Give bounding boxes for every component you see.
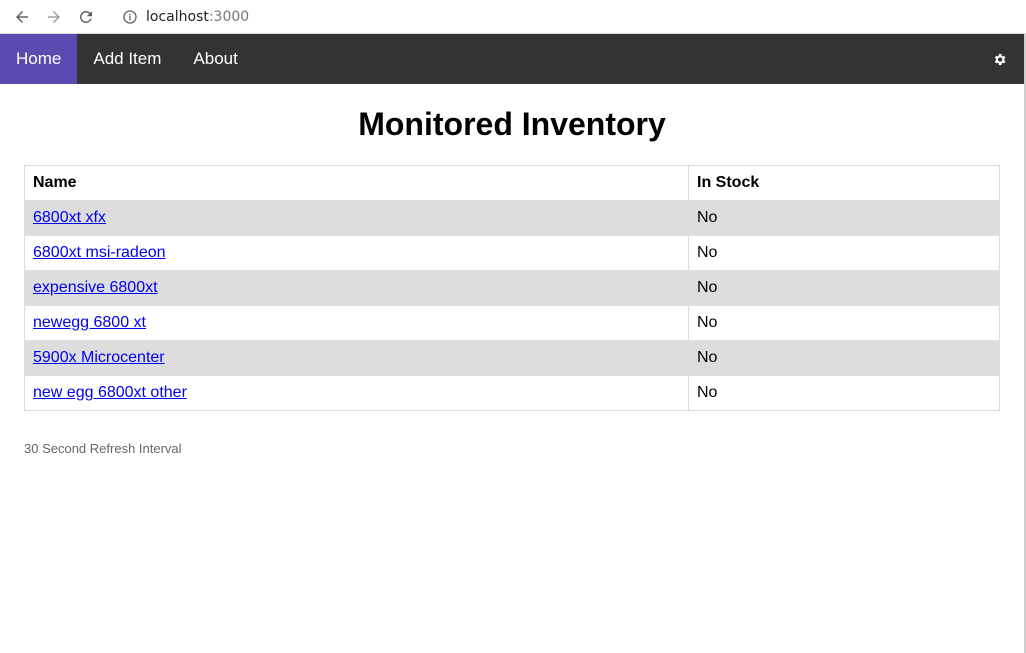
in-stock-cell: No <box>688 270 1000 306</box>
in-stock-cell: No <box>688 340 1000 376</box>
name-cell: 6800xt xfx <box>24 200 689 236</box>
item-link[interactable]: 5900x Microcenter <box>33 349 165 366</box>
in-stock-cell: No <box>688 305 1000 341</box>
table-row: 6800xt xfx No <box>24 200 1000 236</box>
address-bar[interactable]: localhost:3000 <box>112 2 1026 31</box>
back-button[interactable] <box>10 5 34 29</box>
reload-icon <box>79 10 92 23</box>
refresh-interval-note: 30 Second Refresh Interval <box>24 441 182 456</box>
table-row: newegg 6800 xt No <box>24 305 1000 341</box>
name-cell: 5900x Microcenter <box>24 340 689 376</box>
item-link[interactable]: expensive 6800xt <box>33 279 158 296</box>
table-row: expensive 6800xt No <box>24 270 1000 306</box>
settings-button[interactable] <box>974 34 1024 84</box>
nav-add-item[interactable]: Add Item <box>77 34 177 84</box>
table-row: 5900x Microcenter No <box>24 340 1000 376</box>
inventory-table: Name In Stock 6800xt xfx No 6800xt msi-r… <box>24 165 1000 411</box>
page-title: Monitored Inventory <box>358 106 666 142</box>
reload-button[interactable] <box>74 5 98 29</box>
browser-toolbar: localhost:3000 <box>0 0 1026 34</box>
name-cell: 6800xt msi-radeon <box>24 235 689 271</box>
name-cell: newegg 6800 xt <box>24 305 689 341</box>
url-host: localhost <box>146 8 209 25</box>
item-link[interactable]: 6800xt msi-radeon <box>33 244 166 261</box>
arrow-left-icon <box>16 10 28 23</box>
arrow-right-icon <box>48 10 60 23</box>
in-stock-cell: No <box>688 200 1000 236</box>
nav-home[interactable]: Home <box>0 34 78 84</box>
url-port: :3000 <box>208 8 250 25</box>
forward-button[interactable] <box>42 5 66 29</box>
in-stock-cell: No <box>688 235 1000 271</box>
main-content: Monitored Inventory Name In Stock 6800xt… <box>0 105 1024 456</box>
item-link[interactable]: 6800xt xfx <box>33 209 106 226</box>
name-cell: expensive 6800xt <box>24 270 689 306</box>
gear-icon <box>994 53 1005 65</box>
app-navbar: Home Add Item About <box>0 34 1024 84</box>
in-stock-cell: No <box>688 375 1000 411</box>
info-icon[interactable] <box>122 9 138 25</box>
column-header-in-stock: In Stock <box>688 165 1000 201</box>
table-header-row: Name In Stock <box>24 165 1000 201</box>
name-cell: new egg 6800xt other <box>24 375 689 411</box>
column-header-name: Name <box>24 165 689 201</box>
item-link[interactable]: new egg 6800xt other <box>33 384 187 401</box>
table-row: 6800xt msi-radeon No <box>24 235 1000 271</box>
item-link[interactable]: newegg 6800 xt <box>33 314 146 331</box>
table-row: new egg 6800xt other No <box>24 375 1000 411</box>
nav-about[interactable]: About <box>177 34 253 84</box>
